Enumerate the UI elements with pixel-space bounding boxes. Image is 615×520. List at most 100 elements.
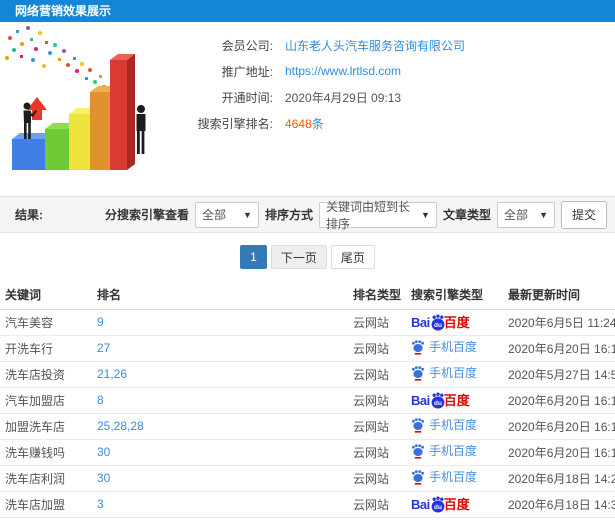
rank-link[interactable]: 30	[97, 445, 110, 459]
keyword-cell: 加盟洗车店	[0, 413, 97, 440]
rank-type-cell: 云网站	[353, 465, 411, 492]
engine-rank-value: 4648条	[285, 115, 324, 132]
open-time-value: 2020年4月29日 09:13	[285, 90, 402, 105]
keyword-cell: 洗车店利润	[0, 465, 97, 492]
results-table-body: 汽车美容 9 云网站 Bai du 百度 手机百度	[0, 309, 615, 518]
rank-type-cell: 云网站	[353, 439, 411, 466]
updated-cell: 2020年6月20日 16:16	[508, 335, 615, 362]
baidu-mobile-logo: 手机百度	[411, 468, 477, 485]
baidu-cn-text: 百度	[443, 496, 470, 512]
page-title: 网络营销效果展示	[0, 0, 615, 22]
info-row-engine-rank: 搜索引擎排名: 4648条	[185, 110, 615, 136]
filter-bar: 结果: 分搜索引擎查看 全部 ▼ 排序方式 关键词由短到长排序 ▼ 文章类型 全…	[0, 196, 615, 233]
article-type-select[interactable]: 全部 ▼	[496, 201, 555, 228]
rank-link[interactable]: 9	[97, 315, 104, 329]
growth-bars-icon	[5, 26, 146, 170]
baidu-bai-text: Bai	[411, 496, 430, 512]
rank-link[interactable]: 30	[97, 471, 110, 485]
keyword-cell: 洗车店加盟	[0, 491, 97, 518]
page-next[interactable]: 下一页	[270, 245, 327, 269]
submit-button[interactable]: 提交	[560, 200, 607, 229]
pagination: 1 下一页 尾页	[0, 233, 615, 281]
baidu-cn-text: 百度	[443, 314, 470, 330]
company-link[interactable]: 山东老人头汽车服务咨询有限公司	[285, 37, 465, 54]
mobile-baidu-text: 手机百度	[429, 418, 478, 433]
table-row: 汽车加盟店 8 云网站 Bai du 百度 手机百度	[0, 387, 615, 414]
col-updated: 最新更新时间	[508, 281, 615, 310]
rank-link[interactable]: 3	[97, 497, 104, 511]
rank-count-unit: 条	[311, 116, 324, 131]
filter-controls: 分搜索引擎查看 全部 ▼ 排序方式 关键词由短到长排序 ▼ 文章类型 全部 ▼ …	[104, 200, 607, 231]
rank-type-cell: 云网站	[353, 491, 411, 518]
rank-link[interactable]: 25,28,28	[97, 419, 144, 433]
table-row: 洗车店加盟 3 云网站 Bai du 百度 手机百度	[0, 491, 615, 518]
bar-red	[110, 54, 135, 170]
article-type-value: 全部	[503, 208, 528, 222]
keyword-cell: 洗车店投资	[0, 361, 97, 388]
sort-value: 关键词由短到长排序	[325, 199, 410, 231]
updated-cell: 2020年6月20日 16:12	[508, 387, 615, 414]
rank-type-cell: 云网站	[353, 309, 411, 336]
table-row: 开洗车行 27 云网站 Bai du 百度 手机百度	[0, 335, 615, 362]
table-row: 洗车店利润 30 云网站 Bai du 百度 手机百度	[0, 465, 615, 492]
baidu-bai-text: Bai	[411, 392, 430, 408]
chevron-down-icon: ▼	[539, 209, 548, 220]
baidu-mobile-logo: 手机百度	[411, 416, 477, 433]
table-row: 加盟洗车店 25,28,28 云网站 Bai du 百度 手机百度	[0, 413, 615, 440]
mobile-baidu-text: 手机百度	[429, 340, 478, 355]
keyword-cell: 汽车加盟店	[0, 387, 97, 414]
baidu-mobile-logo: 手机百度	[411, 442, 477, 459]
sort-label: 排序方式	[264, 208, 313, 222]
baidu-bai-text: Bai	[411, 314, 430, 330]
baidu-pc-logo: Bai du 百度	[411, 496, 470, 513]
page-current[interactable]: 1	[240, 245, 267, 269]
info-row-url: 推广地址: https://www.lrtlsd.com	[185, 58, 615, 84]
mobile-baidu-paw-icon	[412, 339, 424, 355]
keyword-cell: 洗车赚钱吗	[0, 439, 97, 466]
engine-filter-label: 分搜索引擎查看	[104, 208, 189, 222]
bar-chart-illustration	[0, 22, 185, 190]
keyword-cell: 开洗车行	[0, 335, 97, 362]
mobile-baidu-paw-icon	[412, 443, 424, 459]
svg-text:du: du	[434, 504, 442, 511]
mobile-baidu-text: 手机百度	[429, 366, 478, 381]
rank-link[interactable]: 8	[97, 393, 104, 407]
col-rank: 排名	[97, 281, 353, 310]
info-row-company: 会员公司: 山东老人头汽车服务咨询有限公司	[185, 32, 615, 58]
sort-select[interactable]: 关键词由短到长排序 ▼	[318, 200, 437, 231]
svg-text:du: du	[434, 322, 442, 329]
baidu-pc-logo: Bai du 百度	[411, 392, 470, 409]
updated-cell: 2020年5月27日 14:58	[508, 361, 615, 388]
open-time-label: 开通时间:	[221, 90, 273, 105]
table-row: 洗车赚钱吗 30 云网站 Bai du 百度 手机百度	[0, 439, 615, 466]
chevron-down-icon: ▼	[243, 209, 252, 220]
article-type-label: 文章类型	[442, 208, 491, 222]
rank-type-cell: 云网站	[353, 361, 411, 388]
mobile-baidu-paw-icon	[412, 417, 424, 433]
table-row: 汽车美容 9 云网站 Bai du 百度 手机百度	[0, 309, 615, 336]
chevron-down-icon: ▼	[421, 209, 430, 220]
page-last[interactable]: 尾页	[330, 245, 375, 269]
rank-type-cell: 云网站	[353, 413, 411, 440]
mobile-baidu-text: 手机百度	[429, 470, 478, 485]
updated-cell: 2020年6月18日 14:27	[508, 465, 615, 492]
confetti-dots	[5, 26, 106, 89]
summary-section: 会员公司: 山东老人头汽车服务咨询有限公司 推广地址: https://www.…	[0, 22, 615, 196]
promotion-url-link[interactable]: https://www.lrtlsd.com	[285, 64, 401, 78]
mobile-baidu-paw-icon	[412, 469, 424, 485]
rank-link[interactable]: 27	[97, 341, 110, 355]
svg-text:du: du	[434, 400, 442, 407]
col-keyword: 关键词	[0, 281, 97, 310]
col-engine-type: 搜索引擎类型	[411, 281, 508, 310]
results-table: 关键词 排名 排名类型 搜索引擎类型 最新更新时间 汽车美容 9 云网站 Bai…	[0, 281, 615, 518]
rank-link[interactable]: 21,26	[97, 367, 127, 381]
url-label: 推广地址:	[221, 64, 273, 79]
info-row-open-time: 开通时间: 2020年4月29日 09:13	[185, 84, 615, 110]
businessman-right	[136, 105, 146, 154]
engine-filter-select[interactable]: 全部 ▼	[194, 201, 259, 228]
baidu-cn-text: 百度	[443, 392, 470, 408]
keyword-cell: 汽车美容	[0, 309, 97, 336]
company-label: 会员公司:	[221, 38, 273, 53]
mobile-baidu-paw-icon	[412, 365, 424, 381]
table-header-row: 关键词 排名 排名类型 搜索引擎类型 最新更新时间	[0, 281, 615, 310]
